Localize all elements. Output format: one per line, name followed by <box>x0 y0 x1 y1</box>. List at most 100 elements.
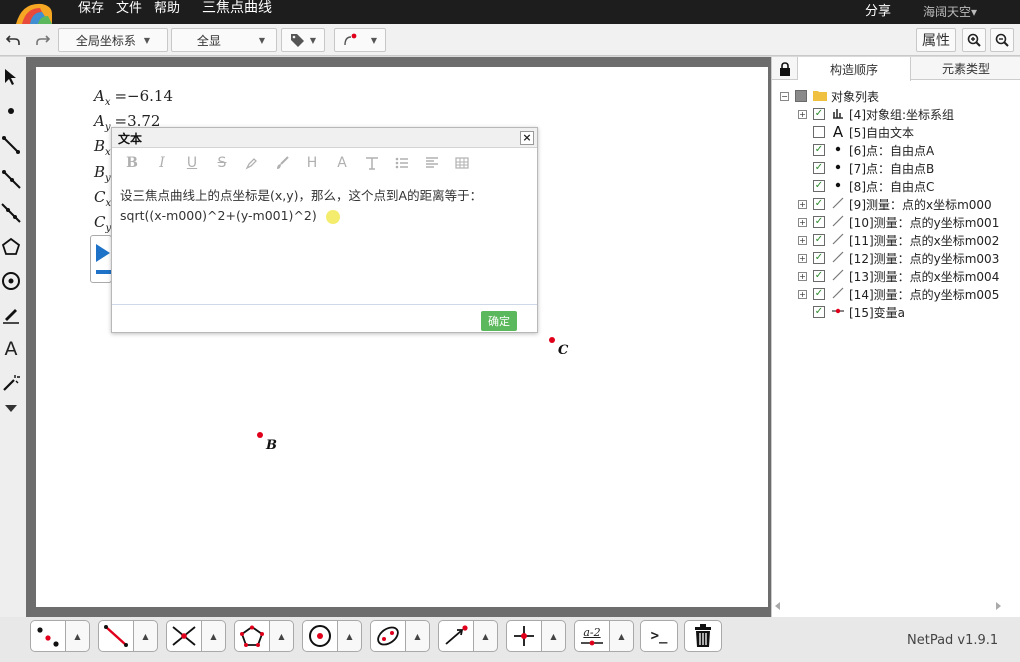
horizontal-scrollbar[interactable] <box>772 600 1004 612</box>
tab-construction-order[interactable]: 构造顺序 <box>798 57 911 81</box>
tree-item[interactable]: ✓ [7]点：自由点B <box>798 159 934 177</box>
heading-icon[interactable]: H <box>303 154 321 172</box>
point-c[interactable] <box>549 337 555 343</box>
caret-up-icon[interactable]: ▲ <box>270 620 294 652</box>
menu-help[interactable]: 帮助 <box>154 1 180 17</box>
text-tool[interactable]: A <box>0 337 22 361</box>
intersection-tool-button[interactable] <box>166 620 202 652</box>
tree-item[interactable]: ✓ [6]点：自由点A <box>798 141 934 159</box>
user-menu[interactable]: 海阔天空▾ <box>923 4 977 20</box>
italic-icon[interactable]: I <box>153 154 171 172</box>
strikethrough-icon[interactable]: S <box>213 154 231 172</box>
caret-up-icon[interactable]: ▲ <box>66 620 90 652</box>
brush-icon[interactable] <box>273 154 291 172</box>
redo-button[interactable] <box>32 28 54 52</box>
tree-item[interactable]: + ✓ [12]测量：点的y坐标m003 <box>798 249 999 267</box>
tree-item[interactable]: − 对象列表 <box>780 87 879 105</box>
menu-save[interactable]: 保存 <box>78 1 104 17</box>
close-button[interactable]: × <box>520 131 534 145</box>
visibility-checkbox[interactable]: ✓ <box>813 288 825 300</box>
polygon-tool[interactable] <box>0 235 22 259</box>
point-b[interactable] <box>257 432 263 438</box>
circle-tool[interactable] <box>0 269 22 293</box>
expand-icon[interactable]: + <box>798 199 807 209</box>
label-tag-dropdown[interactable]: ▼ <box>281 28 325 52</box>
visibility-checkbox[interactable]: ✓ <box>813 144 825 156</box>
visibility-checkbox[interactable]: ✓ <box>813 306 825 318</box>
list-icon[interactable] <box>393 154 411 172</box>
visibility-checkbox[interactable]: ✓ <box>813 270 825 282</box>
caret-up-icon[interactable]: ▲ <box>474 620 498 652</box>
ok-button[interactable]: 确定 <box>481 311 517 331</box>
conic-tool-button[interactable] <box>370 620 406 652</box>
expand-icon[interactable]: + <box>798 217 807 227</box>
expand-icon[interactable]: + <box>798 235 807 245</box>
expand-icon[interactable]: + <box>798 271 807 281</box>
circle-tool-button[interactable] <box>302 620 338 652</box>
tree-item[interactable]: + ✓ [9]测量：点的x坐标m000 <box>798 195 992 213</box>
point-tool-button[interactable] <box>30 620 66 652</box>
properties-button[interactable]: 属性 <box>916 28 956 52</box>
tree-item[interactable]: + ✓ [11]测量：点的x坐标m002 <box>798 231 999 249</box>
tree-item[interactable]: ✓ [8]点：自由点C <box>798 177 934 195</box>
visibility-checkbox[interactable]: ✓ <box>813 180 825 192</box>
caret-up-icon[interactable]: ▲ <box>406 620 430 652</box>
underline-icon[interactable]: U <box>183 154 201 172</box>
partial-checkbox[interactable] <box>795 90 807 102</box>
segment-tool-button[interactable] <box>98 620 134 652</box>
visibility-checkbox[interactable]: ✓ <box>813 108 825 120</box>
ray-tool[interactable] <box>0 167 22 191</box>
magic-wand-tool[interactable] <box>0 371 22 395</box>
pen-tool[interactable] <box>0 303 22 327</box>
menu-file[interactable]: 文件 <box>116 1 142 17</box>
font-color-icon[interactable]: A <box>333 154 351 172</box>
visibility-checkbox[interactable]: ✓ <box>813 198 825 210</box>
view-all-select[interactable]: 全显 ▼ <box>171 28 277 52</box>
caret-up-icon[interactable]: ▲ <box>610 620 634 652</box>
transform-tool-button[interactable] <box>506 620 542 652</box>
polygon-tool-button[interactable] <box>234 620 270 652</box>
expand-icon[interactable]: + <box>798 289 807 299</box>
table-icon[interactable] <box>453 154 471 172</box>
highlight-icon[interactable] <box>243 154 261 172</box>
caret-up-icon[interactable]: ▲ <box>338 620 362 652</box>
measure-ax[interactable]: Ax =−6.14 <box>94 87 173 112</box>
console-button[interactable]: >_ <box>640 620 678 652</box>
visibility-checkbox[interactable] <box>813 126 825 138</box>
expand-icon[interactable]: + <box>798 109 807 119</box>
vector-tool-button[interactable] <box>438 620 474 652</box>
visibility-checkbox[interactable]: ✓ <box>813 216 825 228</box>
lock-button[interactable] <box>772 57 798 80</box>
tree-item[interactable]: + ✓ [14]测量：点的y坐标m005 <box>798 285 999 303</box>
animation-control[interactable] <box>90 235 112 283</box>
more-tools-button[interactable] <box>0 397 22 421</box>
point-tool[interactable] <box>0 99 22 123</box>
align-icon[interactable] <box>423 154 441 172</box>
dialog-header[interactable]: 文本 × <box>112 128 537 148</box>
clear-format-icon[interactable] <box>363 154 381 172</box>
tab-element-type[interactable]: 元素类型 <box>912 57 1020 80</box>
delete-button[interactable] <box>684 620 722 652</box>
select-tool[interactable] <box>0 65 22 89</box>
trace-dropdown[interactable]: ▼ <box>334 28 386 52</box>
tree-item[interactable]: ✓ [15]变量a <box>798 303 905 321</box>
tree-item[interactable]: A [5]自由文本 <box>798 123 914 141</box>
line-tool[interactable] <box>0 201 22 225</box>
caret-up-icon[interactable]: ▲ <box>542 620 566 652</box>
zoom-in-button[interactable] <box>962 28 986 52</box>
visibility-checkbox[interactable]: ✓ <box>813 234 825 246</box>
caret-up-icon[interactable]: ▲ <box>202 620 226 652</box>
collapse-icon[interactable]: − <box>780 91 789 101</box>
tree-item[interactable]: + ✓ [4]对象组:坐标系组 <box>798 105 954 123</box>
measure-tool-button[interactable]: a-2 <box>574 620 610 652</box>
tree-item[interactable]: + ✓ [13]测量：点的x坐标m004 <box>798 267 999 285</box>
coord-system-select[interactable]: 全局坐标系 ▼ <box>58 28 168 52</box>
share-button[interactable]: 分享 <box>865 4 891 20</box>
zoom-out-button[interactable] <box>990 28 1014 52</box>
undo-button[interactable] <box>2 28 24 52</box>
caret-up-icon[interactable]: ▲ <box>134 620 158 652</box>
visibility-checkbox[interactable]: ✓ <box>813 162 825 174</box>
segment-tool[interactable] <box>0 133 22 157</box>
expand-icon[interactable]: + <box>798 253 807 263</box>
app-logo-icon[interactable] <box>12 0 56 24</box>
